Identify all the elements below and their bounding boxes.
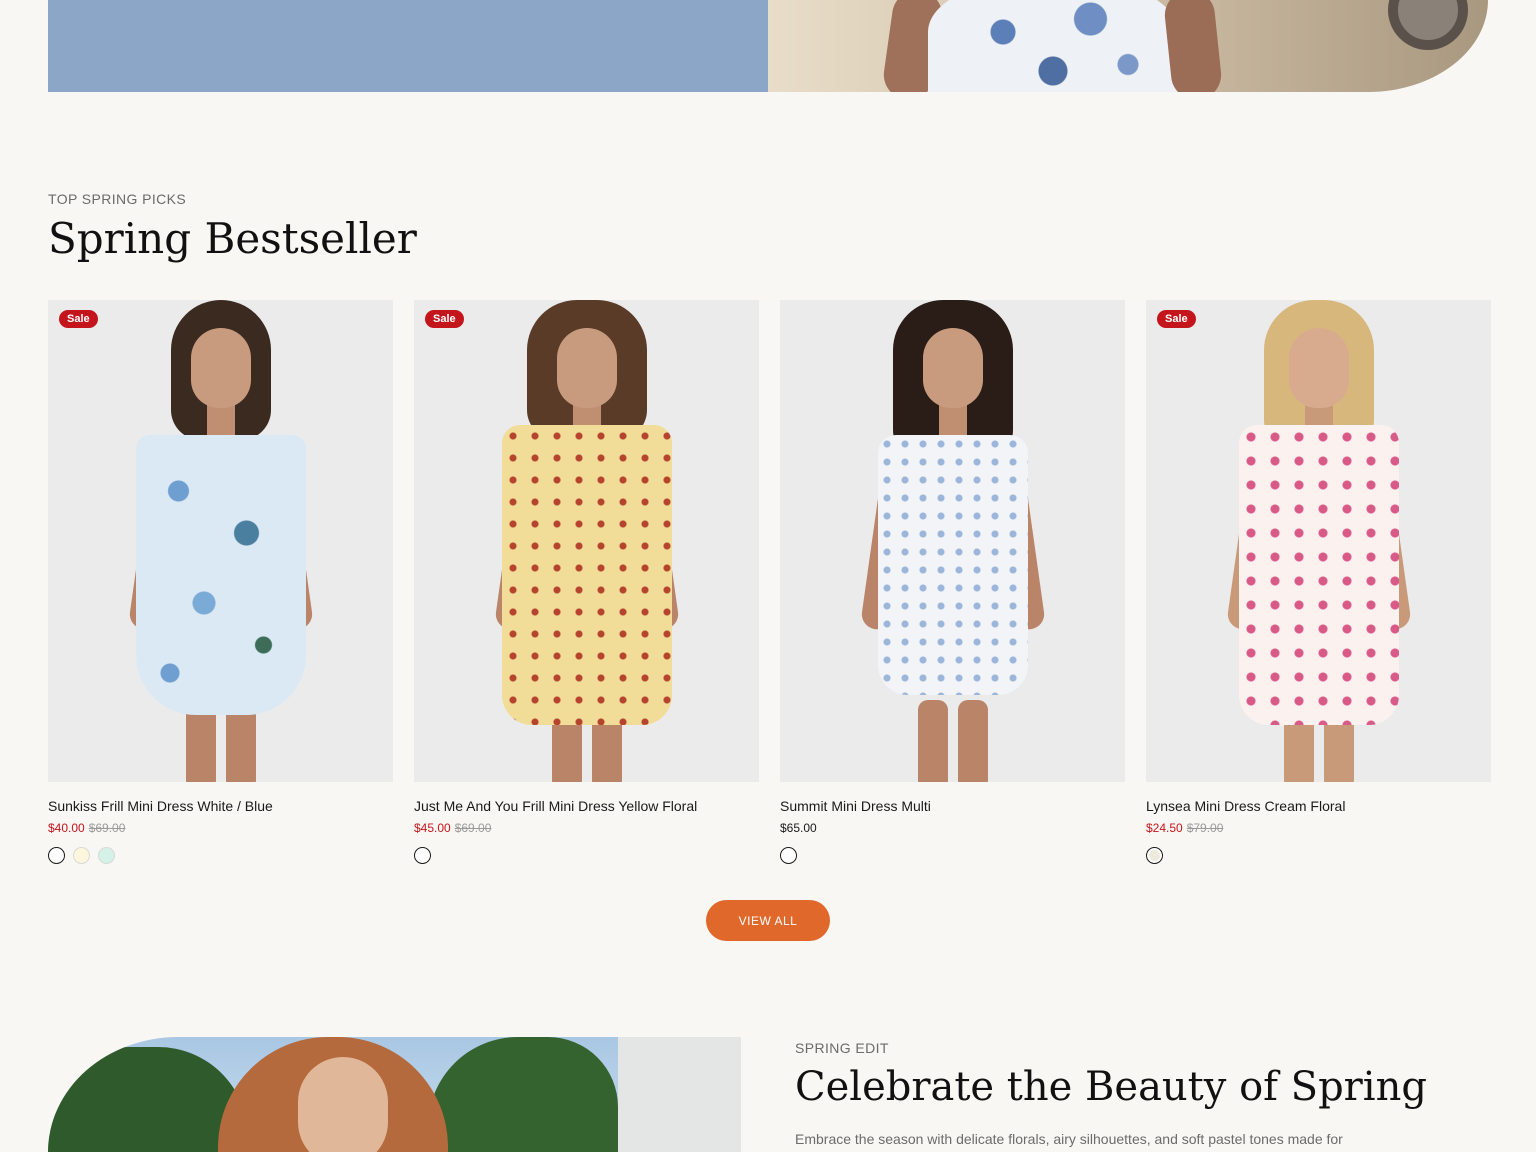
edit-eyebrow: SPRING EDIT	[795, 1040, 889, 1056]
edit-title: Celebrate the Beauty of Spring	[795, 1064, 1427, 1110]
product-image[interactable]: Sale	[414, 300, 759, 782]
product-name[interactable]: Just Me And You Frill Mini Dress Yellow …	[414, 798, 759, 815]
price-row: $24.50 $79.00	[1146, 821, 1491, 836]
price-row: $65.00	[780, 821, 1125, 836]
product-name[interactable]: Sunkiss Frill Mini Dress White / Blue	[48, 798, 393, 815]
color-swatch[interactable]	[48, 847, 65, 864]
edit-body: Embrace the season with delicate florals…	[795, 1131, 1343, 1147]
product-grid: Sale Sunkiss Frill Mini Dress White / Bl…	[48, 300, 1491, 864]
sale-badge: Sale	[59, 310, 98, 328]
hero-banner	[48, 0, 1488, 92]
sale-price: $24.50	[1146, 821, 1183, 835]
product-name[interactable]: Lynsea Mini Dress Cream Floral	[1146, 798, 1491, 815]
spring-edit-image[interactable]	[48, 1037, 741, 1152]
compare-price: $69.00	[454, 821, 492, 835]
product-image[interactable]	[780, 300, 1125, 782]
product-card[interactable]: Sale Just Me And You Frill Mini Dress Ye…	[414, 300, 759, 864]
regular-price: $65.00	[780, 821, 817, 835]
product-image[interactable]: Sale	[48, 300, 393, 782]
color-swatch[interactable]	[1146, 847, 1163, 864]
color-swatches	[48, 847, 393, 864]
compare-price: $69.00	[88, 821, 126, 835]
compare-price: $79.00	[1186, 821, 1224, 835]
price-row: $45.00 $69.00	[414, 821, 759, 836]
section-eyebrow: TOP SPRING PICKS	[48, 191, 187, 207]
sale-price: $40.00	[48, 821, 85, 835]
color-swatch[interactable]	[98, 847, 115, 864]
sale-badge: Sale	[1157, 310, 1196, 328]
color-swatches	[414, 847, 759, 864]
hero-color-block	[48, 0, 768, 92]
sale-price: $45.00	[414, 821, 451, 835]
price-row: $40.00 $69.00	[48, 821, 393, 836]
product-card[interactable]: Sale Sunkiss Frill Mini Dress White / Bl…	[48, 300, 393, 864]
product-image[interactable]: Sale	[1146, 300, 1491, 782]
view-all-button[interactable]: VIEW ALL	[706, 900, 830, 941]
product-card[interactable]: Summit Mini Dress Multi $65.00	[780, 300, 1125, 864]
sale-badge: Sale	[425, 310, 464, 328]
color-swatch[interactable]	[780, 847, 797, 864]
color-swatch[interactable]	[414, 847, 431, 864]
color-swatch[interactable]	[73, 847, 90, 864]
product-card[interactable]: Sale Lynsea Mini Dress Cream Floral $24.…	[1146, 300, 1491, 864]
product-name[interactable]: Summit Mini Dress Multi	[780, 798, 1125, 815]
color-swatches	[780, 847, 1125, 864]
color-swatches	[1146, 847, 1491, 864]
hero-image[interactable]	[768, 0, 1488, 92]
section-title: Spring Bestseller	[48, 214, 417, 263]
